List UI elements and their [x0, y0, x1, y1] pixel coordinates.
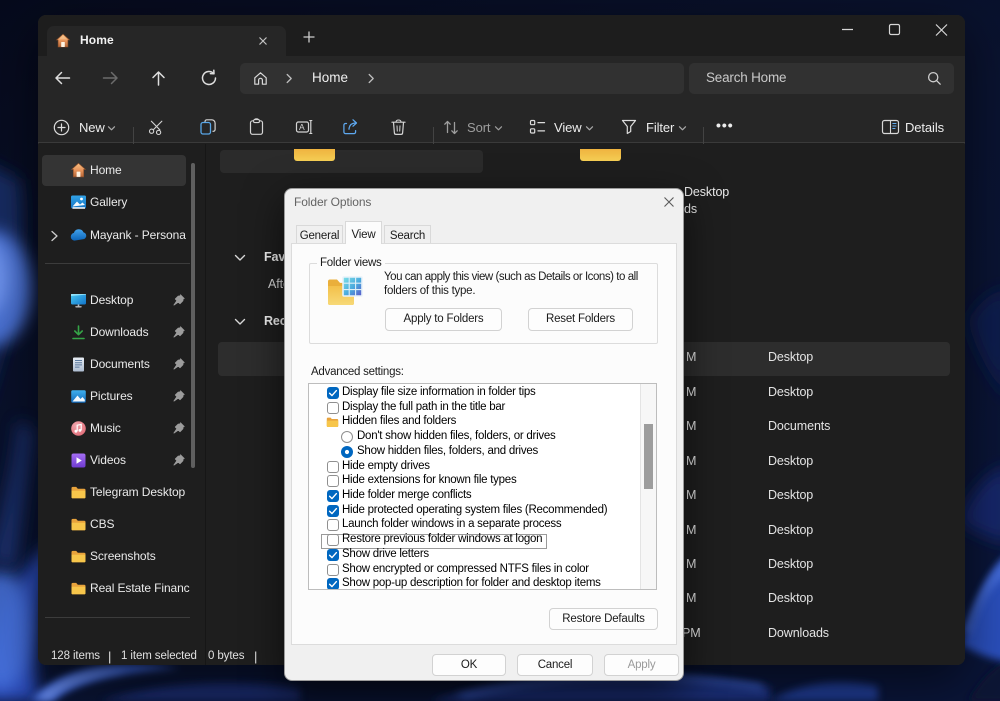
svg-text:A: A: [299, 122, 305, 132]
